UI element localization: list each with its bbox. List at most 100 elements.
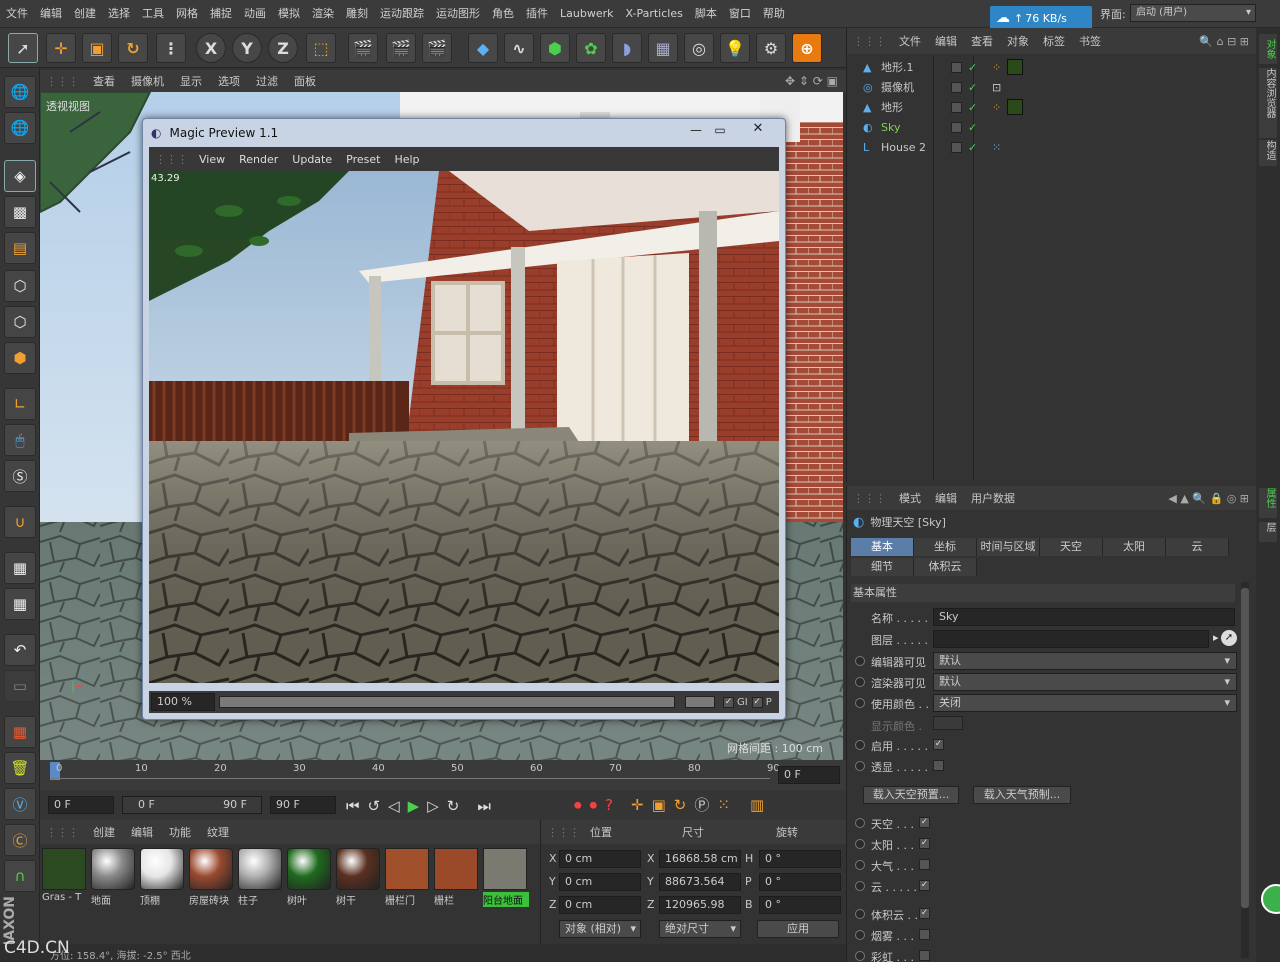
object-menu-item[interactable]: 文件 bbox=[892, 33, 928, 49]
attribute-tab[interactable]: 时间与区域 bbox=[977, 538, 1040, 556]
snap-button[interactable]: Ⓢ bbox=[4, 460, 36, 492]
workplane-lock-button[interactable]: ▦ bbox=[4, 552, 36, 584]
menu-item[interactable]: 编辑 bbox=[34, 0, 68, 28]
xray-radio[interactable] bbox=[855, 761, 865, 771]
object-tool-icons[interactable]: 🔍 ⌂ ⊟ ⊞ bbox=[1199, 35, 1249, 48]
viewport-menu-item[interactable]: 选项 bbox=[210, 73, 248, 89]
film-strip-icon[interactable]: ▥ bbox=[750, 796, 764, 814]
toggle-checkbox[interactable] bbox=[919, 859, 930, 870]
edges-mode-button[interactable]: ⬡ bbox=[4, 306, 36, 338]
tab-layers[interactable]: 层 bbox=[1259, 522, 1277, 542]
object-row[interactable]: ◎ 摄像机 ✓ ⊡ bbox=[853, 78, 1253, 96]
object-menu-item[interactable]: 对象 bbox=[1000, 33, 1036, 49]
layer-field[interactable] bbox=[933, 630, 1209, 648]
attribute-tab[interactable]: 太阳 bbox=[1103, 538, 1166, 556]
maximize-button[interactable]: ▭ bbox=[709, 123, 731, 139]
menu-item[interactable]: X-Particles bbox=[619, 0, 688, 28]
end-frame-field[interactable]: 90 F bbox=[270, 796, 336, 814]
workplane-button[interactable]: ▤ bbox=[4, 232, 36, 264]
coord-rotation-field[interactable]: 0 ° bbox=[759, 850, 841, 868]
attribute-menu-item[interactable]: 编辑 bbox=[928, 490, 964, 506]
cube-object-button[interactable]: ◆ bbox=[468, 33, 498, 63]
zoom-field[interactable]: 100 % bbox=[151, 693, 215, 711]
viewport-menu-item[interactable]: 面板 bbox=[286, 73, 324, 89]
toggle-radio[interactable] bbox=[855, 839, 865, 849]
autokey-icon[interactable]: ⏺ bbox=[590, 796, 598, 814]
object-row[interactable]: ◐ Sky ✓ bbox=[853, 118, 1253, 136]
scroll-thumb[interactable] bbox=[1241, 588, 1249, 908]
visibility-toggle[interactable] bbox=[951, 141, 962, 153]
menu-item[interactable]: 动画 bbox=[238, 0, 272, 28]
move-tool-button[interactable]: ✛ bbox=[46, 33, 76, 63]
material-swatch[interactable] bbox=[434, 848, 478, 890]
material-swatch[interactable] bbox=[287, 848, 331, 890]
tag-icon[interactable]: ⁘ bbox=[992, 101, 1001, 114]
coord-size-field[interactable]: 16868.58 cm bbox=[659, 850, 741, 868]
range-slider[interactable]: 0 F 90 F bbox=[122, 796, 262, 814]
editor-vis-select[interactable]: 默认 ▾ bbox=[933, 652, 1237, 670]
visibility-toggle[interactable] bbox=[951, 61, 962, 73]
menu-item[interactable]: 角色 bbox=[486, 0, 520, 28]
menu-item[interactable]: 网格 bbox=[170, 0, 204, 28]
coord-position-field[interactable]: 0 cm bbox=[559, 873, 641, 891]
p-checkbox[interactable]: ✓ bbox=[751, 696, 763, 708]
material-swatch[interactable] bbox=[42, 848, 86, 890]
attribute-tab[interactable]: 体积云 bbox=[914, 558, 977, 576]
use-color-radio[interactable] bbox=[855, 698, 865, 708]
toggle-checkbox[interactable]: ✓ bbox=[919, 908, 930, 919]
key-scale-icon[interactable]: ▣ bbox=[652, 796, 666, 814]
axis-x-button[interactable]: X bbox=[196, 33, 226, 63]
prev-frame-icon[interactable]: ◁ bbox=[388, 797, 400, 815]
render-vis-radio[interactable] bbox=[855, 677, 865, 687]
menu-item[interactable]: 捕捉 bbox=[204, 0, 238, 28]
toggle-radio[interactable] bbox=[855, 951, 865, 961]
material-swatch[interactable] bbox=[385, 848, 429, 890]
xray-checkbox[interactable] bbox=[933, 760, 944, 771]
coordinate-system-button[interactable]: ⬚ bbox=[306, 33, 336, 63]
toggle-radio[interactable] bbox=[855, 818, 865, 828]
model-mode-button[interactable]: ◈ bbox=[4, 160, 36, 192]
toggle-radio[interactable] bbox=[855, 860, 865, 870]
menu-item[interactable]: 模拟 bbox=[272, 0, 306, 28]
workplane-snap-button[interactable]: ▦ bbox=[4, 588, 36, 620]
trash-button[interactable]: 🗑 bbox=[4, 752, 36, 784]
play-icon[interactable]: ▶ bbox=[408, 797, 420, 815]
toggle-radio[interactable] bbox=[855, 881, 865, 891]
lasso-button[interactable]: ∩ bbox=[4, 860, 36, 892]
attribute-tab[interactable]: 坐标 bbox=[914, 538, 977, 556]
floor-button[interactable]: ▦ bbox=[648, 33, 678, 63]
light-button[interactable]: 💡 bbox=[720, 33, 750, 63]
layer-arrow-icon[interactable]: ▸ bbox=[1213, 631, 1219, 644]
points-mode-button[interactable]: ⬡ bbox=[4, 270, 36, 302]
c-plugin-button[interactable]: Ⓒ bbox=[4, 824, 36, 856]
recent-tool-button[interactable]: ⋮ bbox=[156, 33, 186, 63]
start-frame-field[interactable]: 0 F bbox=[48, 796, 114, 814]
menu-item[interactable]: 选择 bbox=[102, 0, 136, 28]
camera-tag-icon[interactable]: ⊡ bbox=[992, 81, 1001, 94]
load-sky-preset-button[interactable]: 载入天空预置... bbox=[863, 786, 959, 804]
viewport-menu-item[interactable]: 显示 bbox=[172, 73, 210, 89]
polygons-mode-button[interactable]: ⬢ bbox=[4, 342, 36, 374]
close-button[interactable]: ✕ bbox=[739, 121, 777, 139]
preview-menu-item[interactable]: Help bbox=[387, 153, 426, 166]
object-menu-item[interactable]: 标签 bbox=[1036, 33, 1072, 49]
preview-menu-item[interactable]: Preset bbox=[339, 153, 387, 166]
go-to-end-icon[interactable]: ⏭ bbox=[477, 797, 491, 815]
viewport-menu-item[interactable]: 过滤 bbox=[248, 73, 286, 89]
visibility-toggle[interactable] bbox=[951, 81, 962, 93]
material-swatch[interactable] bbox=[140, 848, 184, 890]
object-row[interactable]: ▲ 地形 ✓ ⁘ bbox=[853, 98, 1253, 116]
attribute-tab[interactable]: 天空 bbox=[1040, 538, 1103, 556]
toggle-checkbox[interactable]: ✓ bbox=[919, 838, 930, 849]
record-icon[interactable]: ⏺ bbox=[574, 796, 582, 814]
tab-attributes[interactable]: 属性 bbox=[1259, 488, 1277, 518]
toggle-checkbox[interactable] bbox=[919, 929, 930, 940]
material-swatch[interactable] bbox=[238, 848, 282, 890]
coord-position-field[interactable]: 0 cm bbox=[559, 896, 641, 914]
menu-item[interactable]: 创建 bbox=[68, 0, 102, 28]
attribute-tab[interactable]: 基本 bbox=[851, 538, 914, 556]
menu-item[interactable]: 窗口 bbox=[723, 0, 757, 28]
viewport-menu-item[interactable]: 摄像机 bbox=[123, 73, 172, 89]
name-field[interactable]: Sky bbox=[933, 608, 1235, 626]
toggle-radio[interactable] bbox=[855, 909, 865, 919]
